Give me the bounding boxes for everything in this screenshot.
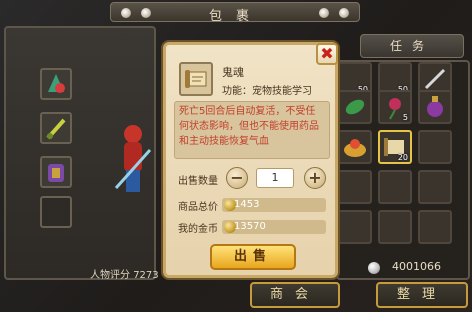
equip-slot-2[interactable] [40, 112, 72, 144]
silver-coin-icon [368, 262, 380, 274]
increase-quantity-button[interactable]: + [304, 167, 326, 189]
sell-button[interactable]: 出售 [210, 244, 296, 270]
equip-slot-4[interactable] [40, 196, 72, 228]
inventory-slot[interactable] [378, 170, 412, 204]
quantity-input[interactable]: 1 [256, 168, 294, 188]
guild-button[interactable]: 商会 [250, 282, 340, 308]
inventory-slot[interactable] [338, 90, 372, 124]
inventory-slot[interactable] [418, 170, 452, 204]
potion-icon [427, 96, 443, 117]
silver-amount: 4001066 [392, 260, 441, 273]
page-title: 包裹 [208, 9, 263, 24]
score-label: 人物评分 [90, 270, 130, 281]
bowl-icon [344, 139, 366, 157]
sort-button[interactable]: 整理 [376, 282, 468, 308]
inventory-slot[interactable] [338, 130, 372, 164]
inventory-slot[interactable] [338, 170, 372, 204]
total-price-label: 商品总价 [178, 202, 218, 213]
character-avatar [114, 125, 152, 192]
equip-slot-3[interactable] [40, 156, 72, 188]
inventory-slot[interactable]: 5 [378, 90, 412, 124]
inventory-slot[interactable] [378, 210, 412, 244]
inventory-slot[interactable] [418, 90, 452, 124]
inventory-slot[interactable] [418, 210, 452, 244]
equip-slot-weapon[interactable] [40, 68, 72, 100]
total-price-value: 1453 [234, 199, 260, 210]
close-button[interactable]: ✖ [316, 43, 338, 65]
quantity-label: 出售数量 [178, 176, 218, 187]
sword-icon [46, 118, 66, 140]
item-name: 鬼魂 [222, 66, 244, 79]
tab-task[interactable]: 任务 [360, 34, 464, 58]
character-score: 人物评分 7273 [90, 266, 159, 281]
title-bar: 包裹 [110, 2, 360, 24]
item-count: 5 [402, 113, 408, 122]
crystal-icon [48, 74, 65, 93]
inventory-slot[interactable] [338, 210, 372, 244]
my-gold-value: 13570 [234, 221, 266, 232]
item-description: 死亡5回合后自动复活，不受任何状态影响，但也不能使用药品和主动技能恢复气血 [174, 101, 330, 159]
armor-icon [48, 164, 64, 182]
inventory-slot-selected[interactable]: 20 [378, 130, 412, 164]
score-value: 7273 [133, 270, 159, 281]
my-gold-label: 我的金币 [178, 224, 218, 235]
leaf-icon [345, 99, 365, 115]
item-count: 20 [397, 153, 408, 162]
item-function: 功能：宠物技能学习 [222, 86, 312, 97]
inventory-slot[interactable] [418, 130, 452, 164]
decrease-quantity-button[interactable]: − [226, 167, 248, 189]
item-scroll-icon [179, 62, 213, 96]
